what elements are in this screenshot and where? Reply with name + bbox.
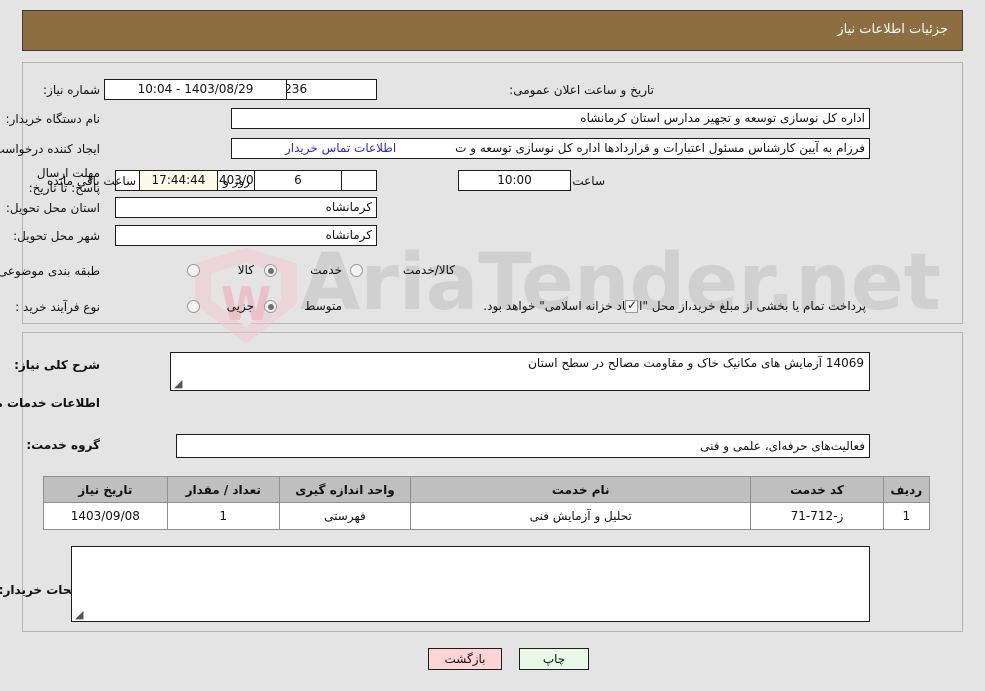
delivery-city-label: شهر محل تحویل: [13, 229, 100, 243]
radio-process-medium[interactable] [264, 300, 277, 313]
buyer-notes-textarea[interactable]: ◢ [71, 546, 870, 622]
column-header-unit: واحد اندازه گیری [278, 476, 412, 503]
days-and-label: روز و [223, 174, 250, 188]
column-header-name: نام خدمت [410, 476, 752, 503]
general-description-value: 14069 آزمایش های مکانیک خاک و مقاومت مصا… [528, 356, 864, 370]
table-header-row: ردیف کد خدمت نام خدمت واحد اندازه گیری ت… [43, 476, 931, 503]
buyer-org-label: نام دستگاه خریدار: [5, 112, 101, 126]
remaining-days-value: 6 [254, 170, 342, 191]
buyer-org-value: اداره کل نوسازی توسعه و تجهیز مدارس استا… [231, 108, 870, 129]
delivery-province-value: کرمانشاه [115, 197, 377, 218]
radio-process-minor-label: جزیی [226, 299, 254, 313]
deadline-hour-label: ساعت [572, 174, 605, 188]
delivery-province-label: استان محل تحویل: [5, 201, 100, 215]
page-title: جزئیات اطلاعات نیاز [837, 22, 948, 37]
need-number-label: شماره نیاز: [43, 83, 100, 97]
radio-category-goods-label: کالا [237, 263, 254, 277]
announcement-datetime-value: 1403/08/29 - 10:04 [104, 79, 287, 100]
cell-qty: 1 [166, 502, 280, 530]
general-description-label: شرح کلی نیاز: [14, 358, 100, 372]
page-header-bar: جزئیات اطلاعات نیاز [22, 10, 963, 51]
delivery-city-value: کرمانشاه [115, 225, 377, 246]
radio-category-goods-service[interactable] [350, 264, 363, 277]
radio-category-goods[interactable] [187, 264, 200, 277]
column-header-date: تاریخ نیاز [43, 476, 168, 503]
remaining-hours-label: ساعت باقی مانده [47, 174, 137, 188]
cell-code: ز-712-71 [750, 502, 884, 530]
deadline-hour-value: 10:00 [458, 170, 571, 191]
print-button[interactable]: چاپ [519, 648, 589, 670]
radio-process-minor[interactable] [187, 300, 200, 313]
radio-category-goods-service-label: کالا/خدمت [402, 263, 455, 277]
services-table: ردیف کد خدمت نام خدمت واحد اندازه گیری ت… [43, 476, 931, 530]
table-row: 1 ز-712-71 تحلیل و آزمایش فنی فهرستی 1 1… [43, 502, 931, 530]
column-header-radif: ردیف [882, 476, 931, 503]
column-header-qty: تعداد / مقدار [166, 476, 280, 503]
radio-category-service-label: خدمت [310, 263, 342, 277]
buyer-contact-link[interactable]: اطلاعات تماس خریدار [285, 141, 396, 155]
islamic-treasury-note: پرداخت تمام یا بخشی از مبلغ خرید،از محل … [483, 299, 866, 313]
cell-name: تحلیل و آزمایش فنی [410, 502, 752, 530]
requester-label: ایجاد کننده درخواست: [0, 142, 100, 156]
checkbox-islamic-treasury-bonds[interactable] [625, 298, 638, 313]
countdown-timer-value: 17:44:44 [139, 170, 218, 191]
need-info-panel [22, 62, 963, 324]
purchase-process-label: نوع فرآیند خرید : [15, 300, 100, 314]
back-button[interactable]: بازگشت [428, 648, 502, 670]
service-group-value: فعالیت‌های حرفه‌ای، علمی و فنی [176, 434, 870, 458]
radio-process-medium-label: متوسط [304, 299, 342, 313]
cell-unit: فهرستی [278, 502, 412, 530]
column-header-code: کد خدمت [750, 476, 884, 503]
announcement-datetime-label: تاریخ و ساعت اعلان عمومی: [509, 83, 654, 97]
resize-grip-icon[interactable]: ◢ [75, 609, 85, 620]
resize-grip-icon[interactable]: ◢ [174, 378, 184, 389]
category-label: طبقه بندی موضوعی: [0, 264, 100, 278]
cell-radif: 1 [882, 502, 931, 530]
general-description-textarea[interactable]: 14069 آزمایش های مکانیک خاک و مقاومت مصا… [170, 352, 870, 391]
cell-date: 1403/09/08 [43, 502, 168, 530]
service-group-label: گروه خدمت: [26, 438, 100, 452]
radio-category-service[interactable] [264, 264, 277, 277]
services-section-heading: اطلاعات خدمات مورد نیاز [0, 396, 100, 410]
